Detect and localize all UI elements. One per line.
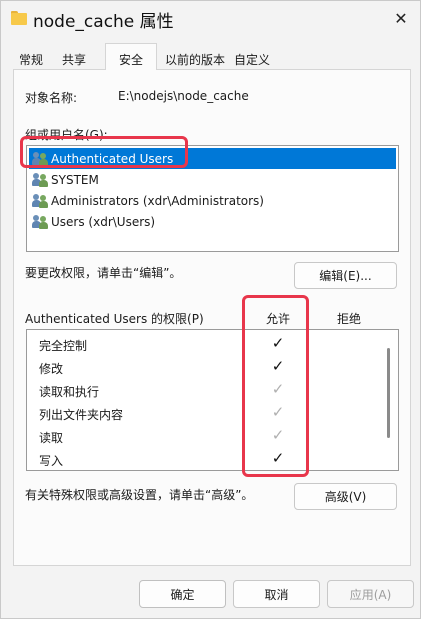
object-name-label: 对象名称: [25,91,78,105]
permissions-title: Authenticated Users 的权限(P) [25,312,204,326]
edit-button[interactable]: 编辑(E)... [294,262,397,289]
table-row: 读取 ✓ [27,425,387,448]
annotation-highlight [242,295,309,477]
list-item[interactable]: SYSTEM [29,169,396,190]
close-icon[interactable]: ✕ [387,5,415,31]
permission-name: 读取 [39,431,64,445]
advanced-button[interactable]: 高级(V) [294,483,397,510]
advanced-hint: 有关特殊权限或高级设置，请单击“高级”。 [25,488,254,502]
window-title: node_cache 属性 [33,12,174,32]
permission-name: 列出文件夹内容 [39,408,124,422]
cancel-button[interactable]: 取消 [233,580,320,608]
table-row: 写入 ✓ [27,448,387,470]
user-name: SYSTEM [51,172,99,187]
tab-sharing[interactable]: 共享 [53,46,95,70]
annotation-highlight [20,136,188,168]
table-row: 读取和执行 ✓ [27,379,387,402]
list-item[interactable]: Users (xdr\Users) [29,211,396,232]
permission-name: 修改 [39,362,64,376]
users-group-icon [32,193,48,209]
user-name: Users (xdr\Users) [51,214,156,229]
tab-customize[interactable]: 自定义 [231,46,273,70]
scrollbar[interactable] [387,348,390,438]
ok-button[interactable]: 确定 [139,580,226,608]
tab-general[interactable]: 常规 [13,46,49,70]
tab-previous-versions[interactable]: 以前的版本 [159,46,231,70]
folder-icon [11,11,27,25]
list-item[interactable]: Administrators (xdr\Administrators) [29,190,396,211]
properties-window: node_cache 属性 ✕ 常规 共享 安全 以前的版本 自定义 对象名称:… [0,0,421,619]
deny-column-header: 拒绝 [337,312,362,326]
table-row: 列出文件夹内容 ✓ [27,402,387,425]
object-name-value: E:\nodejs\node_cache [118,89,249,103]
permission-name: 写入 [39,454,64,468]
permissions-list[interactable]: 完全控制 ✓ 修改 ✓ 读取和执行 ✓ 列出文件夹内容 ✓ 读取 ✓ 写入 ✓ [26,329,399,471]
title-bar: node_cache 属性 ✕ [1,1,420,37]
apply-button[interactable]: 应用(A) [327,580,414,608]
users-group-icon [32,214,48,230]
table-row: 完全控制 ✓ [27,333,387,356]
table-row: 修改 ✓ [27,356,387,379]
dialog-footer: 确定 取消 应用(A) [1,574,420,618]
permission-name: 读取和执行 [39,385,100,399]
edit-hint: 要更改权限，请单击“编辑”。 [25,266,182,280]
users-group-icon [32,172,48,188]
tab-security[interactable]: 安全 [105,43,157,70]
permission-name: 完全控制 [39,339,88,353]
user-name: Administrators (xdr\Administrators) [51,193,264,208]
